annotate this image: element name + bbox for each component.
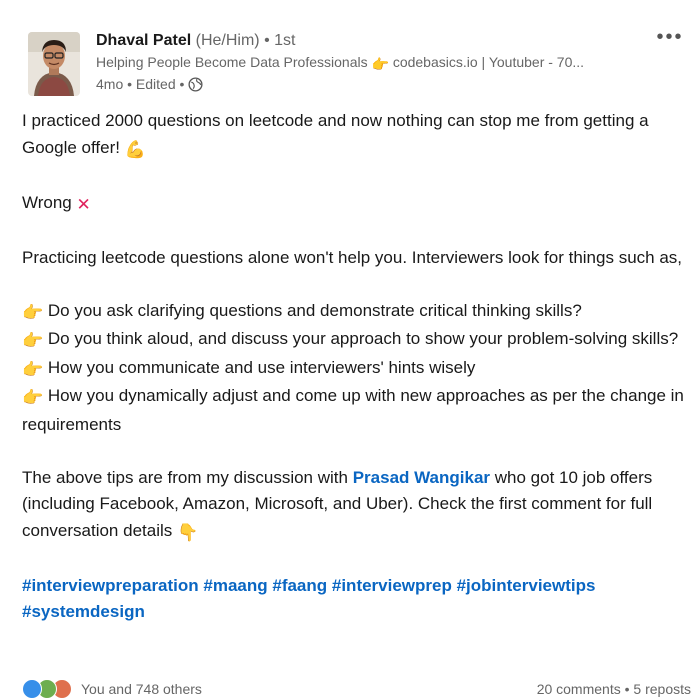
feed-post: Dhaval Patel (He/Him) • 1st Helping Peop…: [0, 0, 697, 700]
post-paragraph: Practicing leetcode questions alone won'…: [22, 247, 683, 267]
post-text-wrong: Wrong: [22, 192, 72, 212]
bullet-item: 👉 Do you ask clarifying questions and de…: [22, 298, 687, 327]
connection-degree: • 1st: [264, 32, 296, 49]
more-options-button[interactable]: •••: [653, 27, 687, 52]
author-name-line: Dhaval Patel (He/Him) • 1st: [96, 30, 637, 52]
post-meta: 4mo • Edited •: [96, 74, 637, 94]
post-text-intro: I practiced 2000 questions on leetcode a…: [22, 111, 649, 157]
like-reaction-icon: [22, 679, 42, 699]
author-pronouns: (He/Him): [195, 32, 260, 49]
bullet-item: 👉 How you dynamically adjust and come up…: [22, 383, 687, 438]
hashtag-links[interactable]: #interviewpreparation #maang #faang #int…: [22, 573, 687, 626]
post-header: Dhaval Patel (He/Him) • 1st Helping Peop…: [28, 27, 687, 100]
bullet-text: How you dynamically adjust and come up w…: [22, 386, 684, 434]
cross-mark-icon: ✕: [76, 194, 91, 214]
bullet-text: How you communicate and use interviewers…: [47, 357, 476, 377]
bullet-text: Do you think aloud, and discuss your app…: [47, 329, 679, 348]
bullet-item: 👉 Do you think aloud, and discuss your a…: [22, 326, 687, 355]
headline-text-end: codebasics.io | Youtuber - 70...: [392, 54, 585, 70]
pointing-hand-icon: 👉: [22, 388, 44, 407]
comments-reposts-count[interactable]: 20 comments • 5 reposts: [537, 681, 691, 697]
author-avatar[interactable]: [28, 32, 80, 96]
author-info: Dhaval Patel (He/Him) • 1st Helping Peop…: [96, 30, 637, 94]
flexed-biceps-icon: 💪: [124, 139, 146, 159]
author-headline: Helping People Become Data Professionals…: [96, 52, 637, 74]
post-paragraph: I practiced 2000 questions on leetcode a…: [22, 108, 687, 163]
pointing-hand-icon: 👉: [22, 359, 44, 379]
post-paragraph: The above tips are from my discussion wi…: [22, 465, 687, 547]
bullet-text: Do you ask clarifying questions and demo…: [47, 300, 582, 320]
bullet-item: 👉 How you communicate and use interviewe…: [22, 355, 687, 384]
author-name[interactable]: Dhaval Patel: [96, 32, 191, 49]
pointing-hand-icon: 👉: [371, 56, 389, 72]
headline-text-start: Helping People Become Data Professionals: [96, 54, 368, 70]
post-time: 4mo • Edited •: [96, 76, 185, 92]
mention-link[interactable]: Prasad Wangikar: [353, 468, 490, 487]
pointing-down-icon: 👇: [177, 522, 199, 542]
social-counts: You and 748 others 20 comments • 5 repos…: [22, 678, 691, 700]
pointing-hand-icon: 👉: [22, 331, 44, 350]
globe-icon: [188, 76, 203, 92]
likes-count[interactable]: You and 748 others: [81, 681, 202, 697]
reaction-icons[interactable]: [22, 679, 72, 699]
post-body: I practiced 2000 questions on leetcode a…: [22, 108, 687, 626]
post-text-tips: The above tips are from my discussion wi…: [22, 467, 348, 487]
pointing-hand-icon: 👉: [22, 302, 44, 322]
post-paragraph: Wrong ✕: [22, 190, 687, 219]
